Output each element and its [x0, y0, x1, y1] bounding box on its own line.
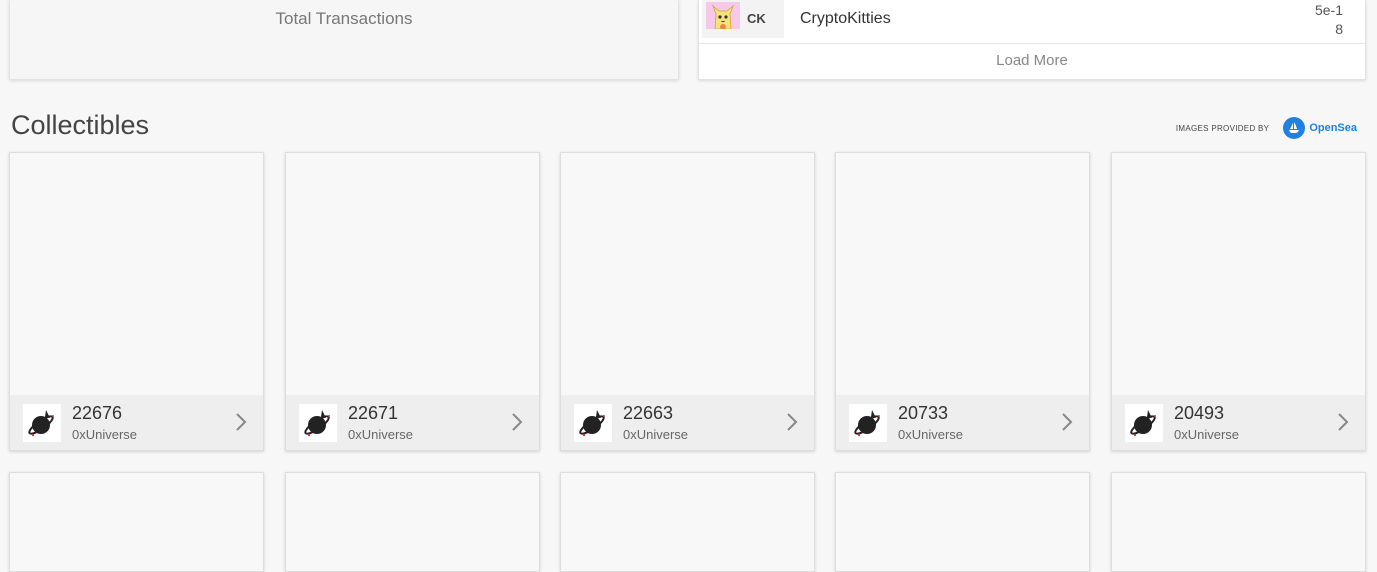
collectible-id: 20493	[1174, 403, 1225, 423]
token-symbol: CK	[747, 11, 766, 26]
token-logo: CK	[702, 0, 784, 38]
collectible-id: 22663	[623, 403, 674, 423]
chevron-right-icon[interactable]	[1335, 412, 1351, 432]
collectible-card[interactable]	[285, 472, 540, 572]
collectible-collection: 0xUniverse	[72, 427, 138, 442]
collectible-collection: 0xUniverse	[348, 427, 414, 442]
collectible-card[interactable]	[9, 472, 264, 572]
collectible-card[interactable]	[560, 472, 815, 572]
collectible-collection: 0xUniverse	[623, 427, 689, 442]
images-provided-by: IMAGES PROVIDED BY OpenSea	[1176, 116, 1357, 140]
collectible-collection: 0xUniverse	[1174, 427, 1240, 442]
planet-ship-icon	[299, 404, 337, 442]
planet-ship-icon	[23, 404, 61, 442]
load-more-button[interactable]: Load More	[699, 52, 1365, 69]
collectible-card[interactable]	[835, 472, 1090, 572]
planet-ship-icon	[849, 404, 887, 442]
chevron-right-icon[interactable]	[784, 412, 800, 432]
planet-ship-icon	[574, 404, 612, 442]
collectible-footer[interactable]: 22663 0xUniverse	[561, 395, 814, 450]
opensea-link[interactable]: OpenSea	[1309, 122, 1357, 134]
collectible-id: 20733	[898, 403, 949, 423]
provided-by-label: IMAGES PROVIDED BY	[1175, 123, 1270, 133]
collectible-card[interactable]: 22676 0xUniverse	[9, 152, 264, 451]
collectible-collection: 0xUniverse	[898, 427, 964, 442]
token-row[interactable]: CK CryptoKitties 5e-18	[699, 0, 1365, 44]
collectible-footer[interactable]: 20493 0xUniverse	[1112, 395, 1365, 450]
tokens-card: CK CryptoKitties 5e-18 Load More	[698, 0, 1366, 80]
collectible-card[interactable]: 22671 0xUniverse	[285, 152, 540, 451]
collectible-id: 22676	[72, 403, 123, 423]
token-name: CryptoKitties	[800, 10, 891, 27]
collectible-card[interactable]: 22663 0xUniverse	[560, 152, 815, 451]
collectible-footer[interactable]: 22676 0xUniverse	[10, 395, 263, 450]
cryptokitty-avatar-icon	[706, 2, 740, 29]
collectibles-title: Collectibles	[11, 110, 150, 140]
collectible-footer[interactable]: 20733 0xUniverse	[836, 395, 1089, 450]
chevron-right-icon[interactable]	[233, 412, 249, 432]
token-balance: 5e-18	[1314, 2, 1343, 37]
opensea-logo-icon[interactable]	[1283, 117, 1306, 139]
chevron-right-icon[interactable]	[509, 412, 525, 432]
collectible-id: 22671	[348, 403, 399, 423]
collectible-footer[interactable]: 22671 0xUniverse	[286, 395, 539, 450]
collectible-card[interactable]	[1111, 472, 1366, 572]
total-transactions-card: Total Transactions	[9, 0, 679, 80]
planet-ship-icon	[1125, 404, 1163, 442]
collectible-card[interactable]: 20733 0xUniverse	[835, 152, 1090, 451]
total-transactions-label: Total Transactions	[275, 9, 413, 28]
collectible-card[interactable]: 20493 0xUniverse	[1111, 152, 1366, 451]
chevron-right-icon[interactable]	[1059, 412, 1075, 432]
